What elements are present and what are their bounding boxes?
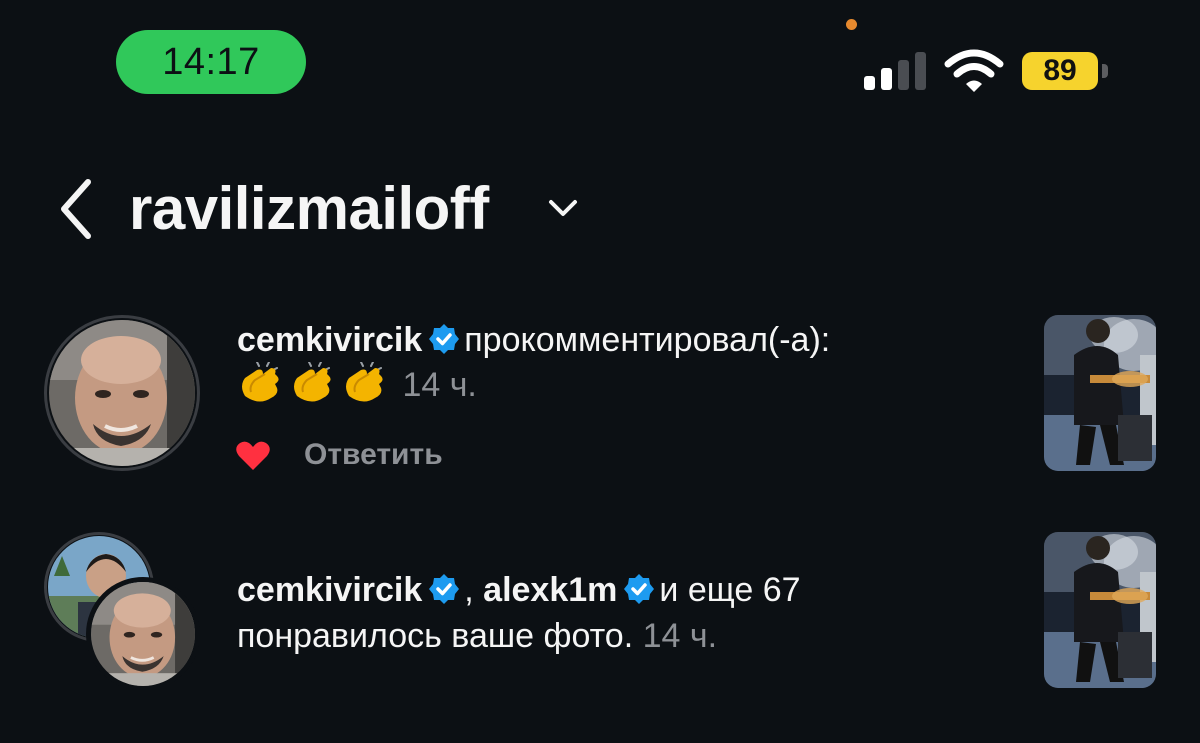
verified-badge-icon [429, 324, 460, 354]
username-link[interactable]: cemkivircik [237, 321, 422, 359]
status-time-pill: 14:17 [116, 30, 306, 94]
battery-icon: 89 [1022, 52, 1112, 90]
username-link[interactable]: cemkivircik [237, 571, 422, 609]
clapping-hands-icon [346, 362, 383, 402]
post-thumbnail[interactable] [1044, 532, 1156, 688]
page-title[interactable]: ravilizmailoff [129, 176, 489, 242]
status-time: 14:17 [162, 40, 260, 83]
privacy-indicator-dot [846, 19, 857, 30]
post-thumbnail[interactable] [1044, 315, 1156, 471]
clapping-hands-icon [294, 362, 331, 402]
username-separator: , [464, 571, 474, 609]
notification-comment-text: cemkivircik прокомментировал(-а): [237, 318, 830, 362]
wifi-icon [944, 49, 1004, 92]
likes-action-text: понравилось ваше фото. [237, 617, 634, 655]
others-count-text[interactable]: и еще 67 [659, 571, 800, 609]
comment-content [237, 362, 402, 404]
signal-icon [864, 52, 928, 90]
battery-percent: 89 [1043, 54, 1077, 87]
reply-button[interactable]: Ответить [304, 435, 443, 475]
clapping-hands-icon [242, 362, 279, 402]
avatar[interactable] [49, 320, 195, 466]
timestamp: 14 ч. [402, 366, 477, 404]
comment-action-text: прокомментировал(-а): [464, 321, 831, 359]
chevron-left-icon[interactable] [54, 176, 104, 242]
heart-icon[interactable] [236, 441, 270, 471]
notification-likes-text: cemkivircik , alexk1m и еще 67 [237, 568, 801, 612]
verified-badge-icon [429, 574, 460, 604]
verified-badge-icon [624, 574, 655, 604]
timestamp: 14 ч. [642, 617, 718, 655]
likes-line: понравилось ваше фото. 14 ч. [237, 614, 717, 658]
chevron-down-icon[interactable] [546, 194, 580, 222]
avatar[interactable] [91, 582, 195, 686]
comment-line: 14 ч. [237, 362, 477, 407]
username-link[interactable]: alexk1m [483, 571, 617, 609]
